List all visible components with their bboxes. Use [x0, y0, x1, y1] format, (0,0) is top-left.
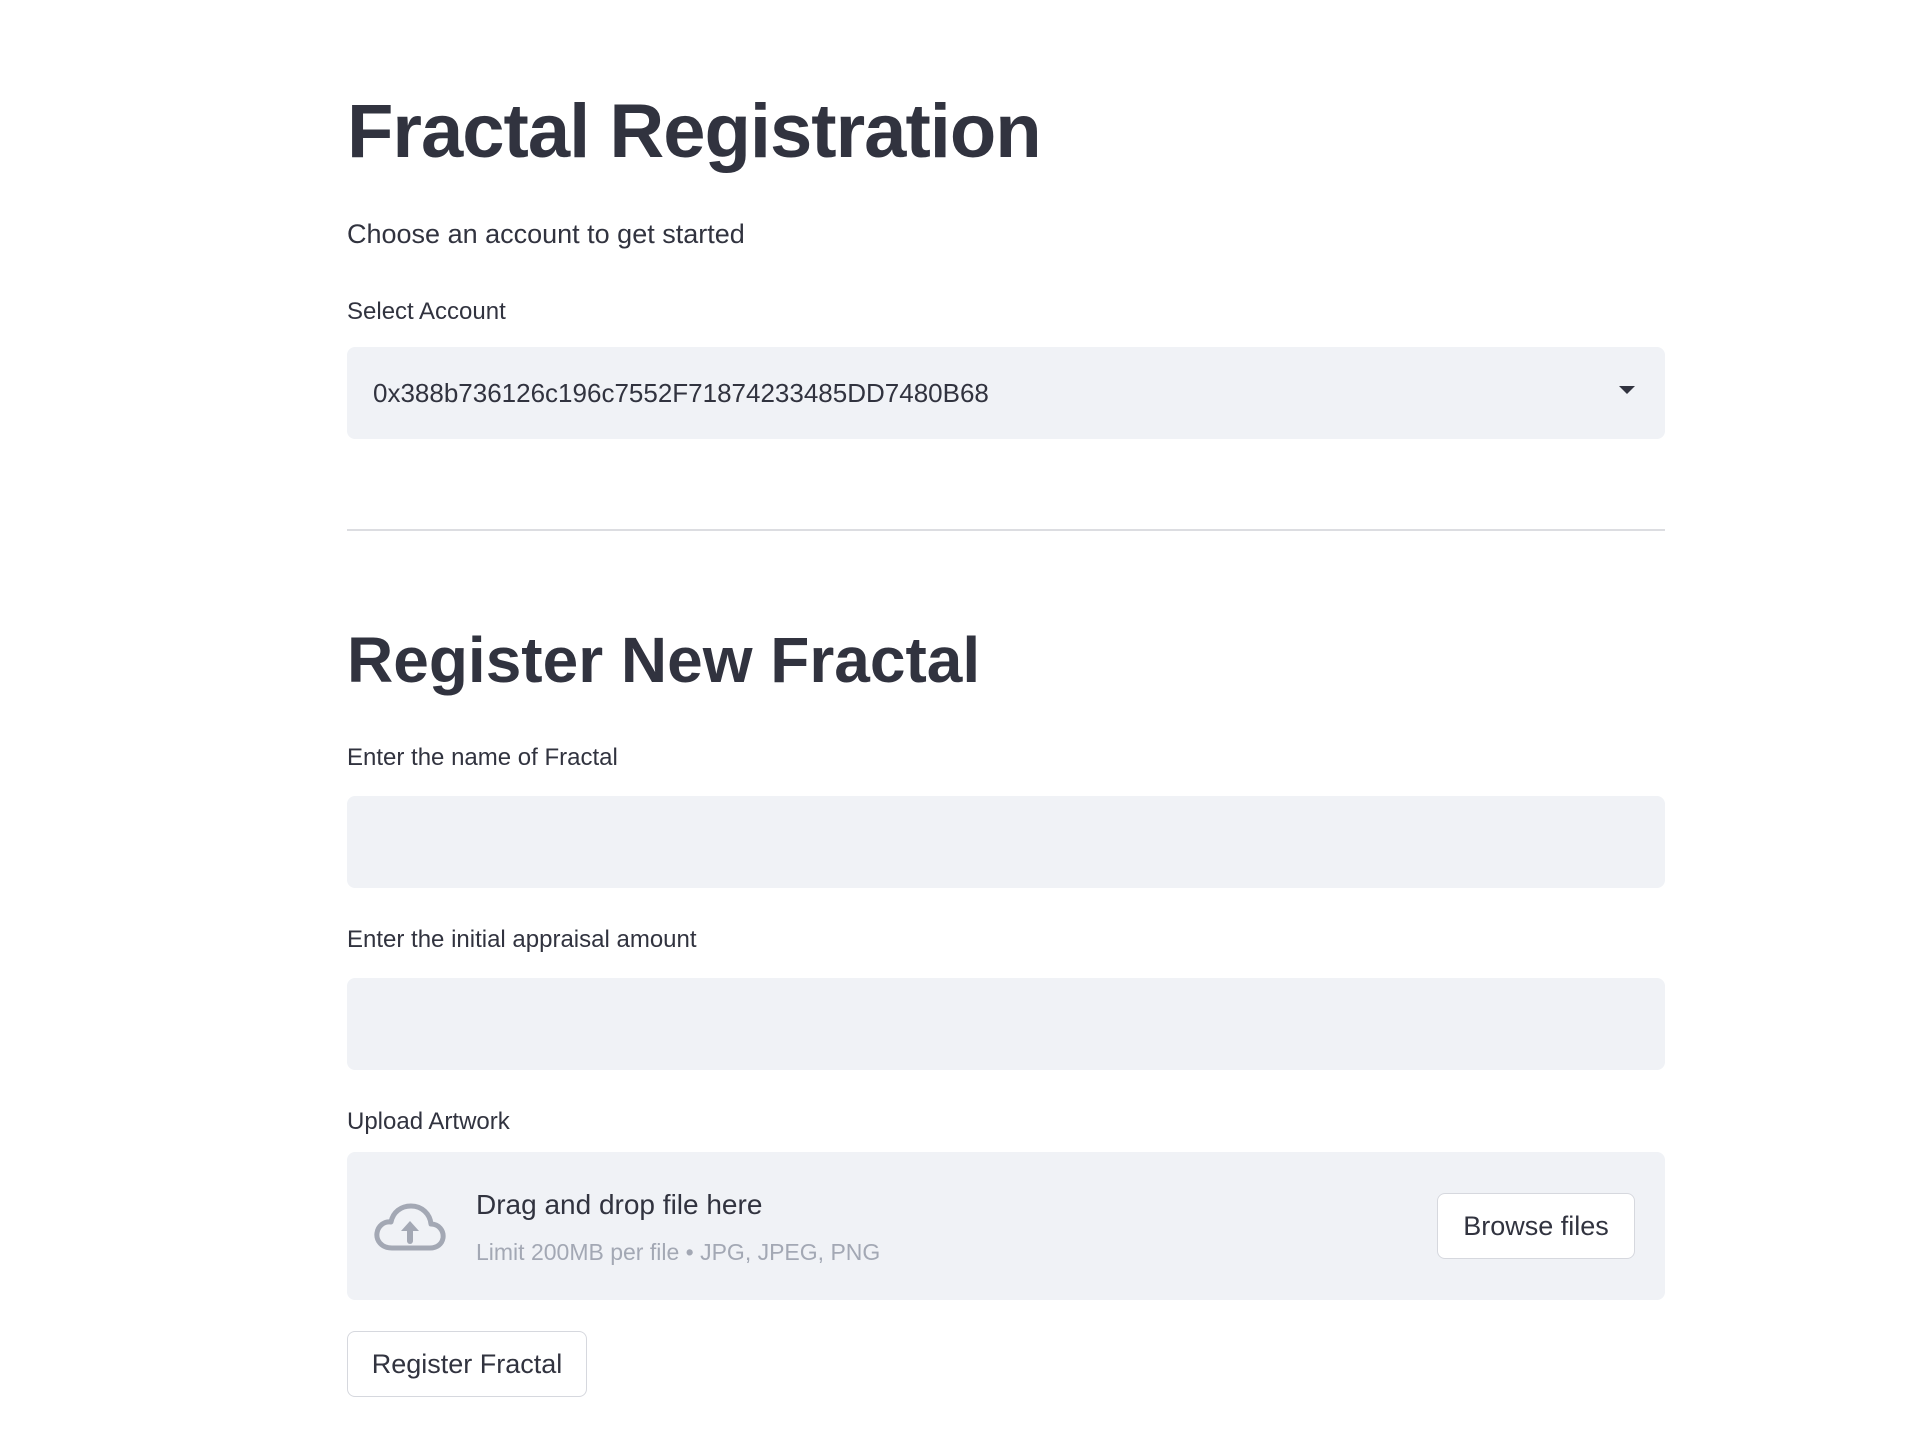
- fractal-name-label: Enter the name of Fractal: [347, 744, 618, 771]
- select-account-label: Select Account: [347, 298, 506, 325]
- account-select[interactable]: 0x388b736126c196c7552F71874233485DD7480B…: [347, 347, 1665, 439]
- page-title: Fractal Registration: [347, 89, 1042, 174]
- appraisal-amount-label: Enter the initial appraisal amount: [347, 926, 697, 953]
- fractal-name-input[interactable]: [347, 796, 1665, 888]
- divider: [347, 529, 1665, 531]
- upload-artwork-label: Upload Artwork: [347, 1108, 510, 1135]
- file-dropzone[interactable]: Drag and drop file here Limit 200MB per …: [347, 1152, 1665, 1300]
- dropzone-limit-text: Limit 200MB per file • JPG, JPEG, PNG: [476, 1239, 881, 1265]
- page-subtitle: Choose an account to get started: [347, 219, 745, 249]
- section-title: Register New Fractal: [347, 624, 981, 696]
- dropzone-instructions: Drag and drop file here: [476, 1189, 763, 1220]
- chevron-down-icon: [1619, 386, 1635, 394]
- appraisal-amount-input[interactable]: [347, 978, 1665, 1070]
- browse-files-button[interactable]: Browse files: [1437, 1193, 1635, 1259]
- account-select-value: 0x388b736126c196c7552F71874233485DD7480B…: [373, 378, 989, 408]
- register-fractal-button[interactable]: Register Fractal: [347, 1331, 587, 1397]
- cloud-upload-icon: [374, 1203, 446, 1251]
